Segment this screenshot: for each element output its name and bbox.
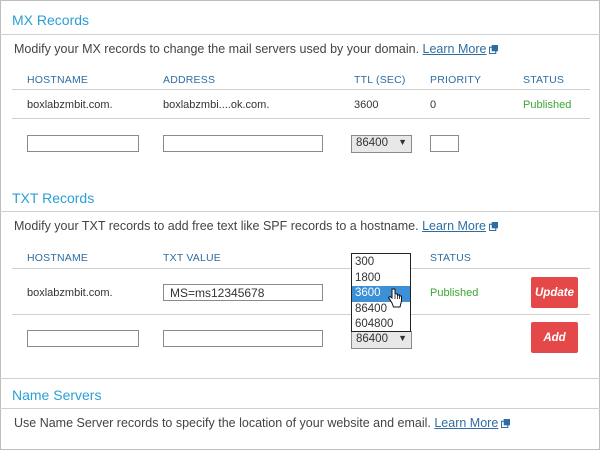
mx-row-hostname: boxlabzmbit.com. <box>27 99 113 111</box>
ns-description: Use Name Server records to specify the l… <box>14 416 511 430</box>
mx-row-divider <box>12 118 590 119</box>
mx-new-ttl-value: 86400 <box>356 137 388 149</box>
ns-title-divider <box>0 408 600 409</box>
mx-records-title: MX Records <box>12 12 90 28</box>
external-link-icon <box>501 419 511 428</box>
mx-title-divider <box>0 34 600 35</box>
mx-col-address: ADDRESS <box>163 74 216 86</box>
external-link-icon <box>489 45 499 54</box>
txt-row-value-input[interactable]: MS=ms12345678 <box>163 284 323 301</box>
txt-description: Modify your TXT records to add free text… <box>14 219 498 233</box>
ttl-option[interactable]: 300 <box>352 255 410 271</box>
mx-description-text: Modify your MX records to change the mai… <box>14 42 420 56</box>
mx-new-hostname-input[interactable] <box>27 135 139 152</box>
txt-new-value-input[interactable] <box>163 330 323 347</box>
chevron-down-icon: ▼ <box>398 137 407 147</box>
hand-cursor-icon <box>387 288 402 308</box>
txt-description-text: Modify your TXT records to add free text… <box>14 219 419 233</box>
txt-header-divider <box>12 268 590 269</box>
mx-col-ttl: TTL (SEC) <box>354 74 406 86</box>
mx-col-hostname: HOSTNAME <box>27 74 89 86</box>
mx-row-address: boxlabzmbi....ok.com. <box>163 99 270 111</box>
mx-new-priority-input[interactable] <box>430 135 459 152</box>
mx-new-address-input[interactable] <box>163 135 323 152</box>
txt-new-ttl-select[interactable]: 86400 ▼ <box>351 331 412 349</box>
ns-top-divider <box>0 378 600 379</box>
external-link-icon <box>489 222 498 231</box>
txt-col-txt-value: TXT VALUE <box>163 252 222 264</box>
mx-row-priority: 0 <box>430 99 437 111</box>
ttl-option[interactable]: 1800 <box>352 271 410 287</box>
txt-row-status: Published <box>430 287 479 299</box>
txt-title-divider <box>0 211 600 212</box>
mx-col-status: STATUS <box>523 74 565 86</box>
add-button[interactable]: Add <box>531 322 578 353</box>
chevron-down-icon: ▼ <box>398 333 407 343</box>
txt-row-divider <box>12 314 590 315</box>
update-button[interactable]: Update <box>531 277 578 308</box>
mx-new-ttl-select[interactable]: 86400 ▼ <box>351 135 412 153</box>
txt-new-hostname-input[interactable] <box>27 330 139 347</box>
mx-col-priority: PRIORITY <box>430 74 482 86</box>
txt-new-ttl-value: 86400 <box>356 333 388 345</box>
mx-header-divider <box>12 89 590 90</box>
txt-records-title: TXT Records <box>12 190 95 206</box>
mx-row-ttl: 3600 <box>354 99 379 111</box>
mx-description: Modify your MX records to change the mai… <box>14 42 499 56</box>
ns-learn-more-link[interactable]: Learn More <box>434 416 498 430</box>
txt-col-hostname: HOSTNAME <box>27 252 89 264</box>
txt-row-hostname: boxlabzmbit.com. <box>27 287 113 299</box>
txt-learn-more-link[interactable]: Learn More <box>422 219 486 233</box>
ns-description-text: Use Name Server records to specify the l… <box>14 416 431 430</box>
ttl-option[interactable]: 604800 <box>352 317 410 333</box>
name-servers-title: Name Servers <box>12 387 102 403</box>
mx-row-status: Published <box>523 99 572 111</box>
txt-col-status: STATUS <box>430 252 472 264</box>
mx-learn-more-link[interactable]: Learn More <box>423 42 487 56</box>
